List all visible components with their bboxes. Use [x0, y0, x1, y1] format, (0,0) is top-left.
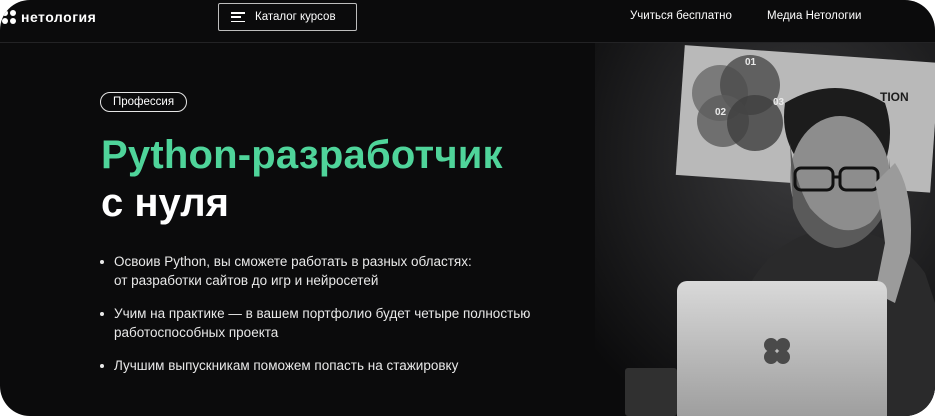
poster-word: TION: [880, 90, 909, 104]
catalog-button[interactable]: Каталог курсов: [218, 3, 357, 31]
benefits-list: Освоив Python, вы сможете работать в раз…: [100, 252, 600, 389]
poster-label: 03: [773, 97, 785, 108]
menu-icon: [231, 12, 245, 22]
logo[interactable]: нетология: [2, 9, 96, 25]
hero-photo: 01 02 03 TION: [595, 43, 935, 416]
catalog-label: Каталог курсов: [255, 11, 336, 23]
poster-label: 02: [715, 107, 727, 118]
list-item-line: работоспособных проекта: [114, 325, 279, 340]
laptop: [677, 281, 887, 416]
logo-icon: [2, 10, 16, 24]
list-item-line: Освоив Python, вы сможете работать в раз…: [114, 254, 472, 269]
site-header: нетология Каталог курсов Учиться бесплат…: [0, 0, 935, 43]
poster-label: 01: [745, 57, 757, 68]
list-item-line: Учим на практике — в вашем портфолио буд…: [114, 306, 531, 321]
list-item: Лучшим выпускникам поможем попасть на ст…: [100, 356, 600, 375]
profession-badge: Профессия: [100, 92, 188, 112]
course-title: Python-разработчик: [101, 133, 503, 177]
hero-frame: нетология Каталог курсов Учиться бесплат…: [0, 0, 935, 416]
list-item-line: Лучшим выпускникам поможем попасть на ст…: [114, 358, 459, 373]
course-subtitle: с нуля: [101, 181, 229, 225]
list-item: Освоив Python, вы сможете работать в раз…: [100, 252, 600, 290]
list-item: Учим на практике — в вашем портфолио буд…: [100, 304, 600, 342]
mug: [625, 368, 677, 416]
list-item-line: от разработки сайтов до игр и нейросетей: [114, 273, 379, 288]
nav-link-media[interactable]: Медиа Нетологии: [767, 10, 861, 22]
logo-text: нетология: [21, 9, 97, 25]
nav-link-free-learning[interactable]: Учиться бесплатно: [630, 10, 732, 22]
